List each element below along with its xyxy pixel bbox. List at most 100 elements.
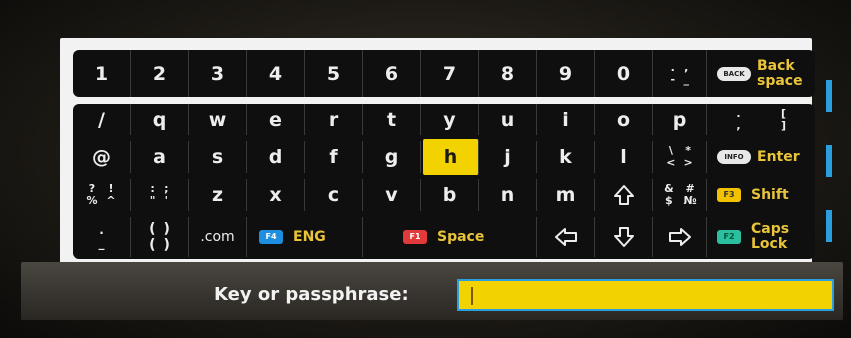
key-parentheses[interactable]: ( ) ( ) [131,217,189,257]
f2-button-icon: F2 [717,230,741,244]
symbol-label: ] [781,118,787,132]
key-dot-underscore[interactable]: . _ [73,217,131,257]
key-slash[interactable]: / [73,104,131,135]
letter-keys-panel: / q w e r t y u i o p . [ , ] @ a s d f … [73,104,815,259]
key-h-selected[interactable]: h [423,139,479,175]
symbol-label: _ [98,236,105,250]
key-enter[interactable]: INFO Enter [707,141,815,173]
key-j[interactable]: j [479,141,537,173]
key-amp-hash-dollar-numero[interactable]: & # $ № [653,179,707,211]
symbol-label: % [86,194,98,207]
key-v[interactable]: v [363,179,421,211]
symbol-label: [ [781,106,787,120]
key-period-comma-brackets[interactable]: . [ , ] [707,104,815,135]
key-space[interactable]: F1 Space [363,217,537,257]
key-shift[interactable]: F3 Shift [707,179,815,211]
symbol-label: , [736,118,741,132]
key-e[interactable]: e [247,104,305,135]
symbol-label: ( [149,221,156,237]
f1-button-icon: F1 [403,230,427,244]
key-caps-lock[interactable]: F2 Caps Lock [707,217,815,257]
key-7[interactable]: 7 [421,50,479,97]
arrow-down-outline-icon [613,227,634,247]
arrow-left-outline-icon [554,228,577,246]
f4-button-icon: F4 [259,230,283,244]
symbol-label: > [683,156,693,169]
key-shift-arrow[interactable] [595,179,653,211]
key-4[interactable]: 4 [247,50,305,97]
key-u[interactable]: u [479,104,537,135]
shift-label: Shift [751,186,789,203]
edge-indicator [826,210,832,242]
language-label: ENG [293,228,326,245]
key-m[interactable]: m [537,179,595,211]
key-f[interactable]: f [305,141,363,173]
key-cursor-left[interactable] [537,217,595,257]
key-c[interactable]: c [305,179,363,211]
key-6[interactable]: 6 [363,50,421,97]
key-at[interactable]: @ [73,141,131,173]
text-caret [471,287,473,305]
symbol-label: ) [163,237,170,253]
symbol-label: ^ [106,194,116,207]
key-2[interactable]: 2 [131,50,189,97]
passphrase-input[interactable] [457,279,834,311]
symbol-label: - [670,72,676,86]
key-language[interactable]: F4 ENG [247,217,363,257]
symbol-label: " [149,194,156,207]
symbol-label: ' [164,194,169,207]
symbol-label: < [666,156,676,169]
key-0[interactable]: 0 [595,50,653,97]
key-d[interactable]: d [247,141,305,173]
symbol-label: , [684,60,689,74]
key-z[interactable]: z [189,179,247,211]
key-g[interactable]: g [363,141,421,173]
arrow-up-outline-icon [613,185,634,205]
key-backslash-star-angles[interactable]: \ * < > [653,141,707,173]
key-backspace[interactable]: BACK Back space [707,50,815,97]
key-5[interactable]: 5 [305,50,363,97]
key-s[interactable]: s [189,141,247,173]
key-9[interactable]: 9 [537,50,595,97]
key-3[interactable]: 3 [189,50,247,97]
key-l[interactable]: l [595,141,653,173]
symbol-label: _ [683,72,690,86]
key-a[interactable]: a [131,141,189,173]
key-q[interactable]: q [131,104,189,135]
symbol-label: ( [149,237,156,253]
key-o[interactable]: o [595,104,653,135]
info-remote-button-icon: INFO [717,150,751,164]
number-row: 1 2 3 4 5 6 7 8 9 0 . , - _ BACK Back sp… [73,50,815,97]
key-b[interactable]: b [421,179,479,211]
symbol-label: ) [163,221,170,237]
key-cursor-right[interactable] [653,217,707,257]
key-t[interactable]: t [363,104,421,135]
symbol-label: $ [665,194,673,207]
caps-lock-label: Caps Lock [751,221,790,252]
edge-indicator [826,145,832,177]
key-i[interactable]: i [537,104,595,135]
key-dotcom[interactable]: .com [189,217,247,257]
key-1[interactable]: 1 [73,50,131,97]
passphrase-label: Key or passphrase: [214,284,409,305]
key-p[interactable]: p [653,104,707,135]
enter-label: Enter [757,148,800,165]
key-n[interactable]: n [479,179,537,211]
key-colon-semicolon[interactable]: : ; " ' [131,179,189,211]
edge-indicator [826,80,832,112]
key-8[interactable]: 8 [479,50,537,97]
backspace-label: Back space [757,57,803,89]
space-label: Space [437,228,485,245]
key-question-exclaim[interactable]: ? ! % ^ [73,179,131,211]
arrow-right-outline-icon [668,228,691,246]
key-r[interactable]: r [305,104,363,135]
symbol-label: . [736,106,741,120]
key-y[interactable]: y [421,104,479,135]
key-period-comma-dash-underscore[interactable]: . , - _ [653,50,707,97]
f3-button-icon: F3 [717,188,741,202]
key-x[interactable]: x [247,179,305,211]
key-w[interactable]: w [189,104,247,135]
back-remote-button-icon: BACK [717,66,751,81]
key-cursor-down[interactable] [595,217,653,257]
key-k[interactable]: k [537,141,595,173]
